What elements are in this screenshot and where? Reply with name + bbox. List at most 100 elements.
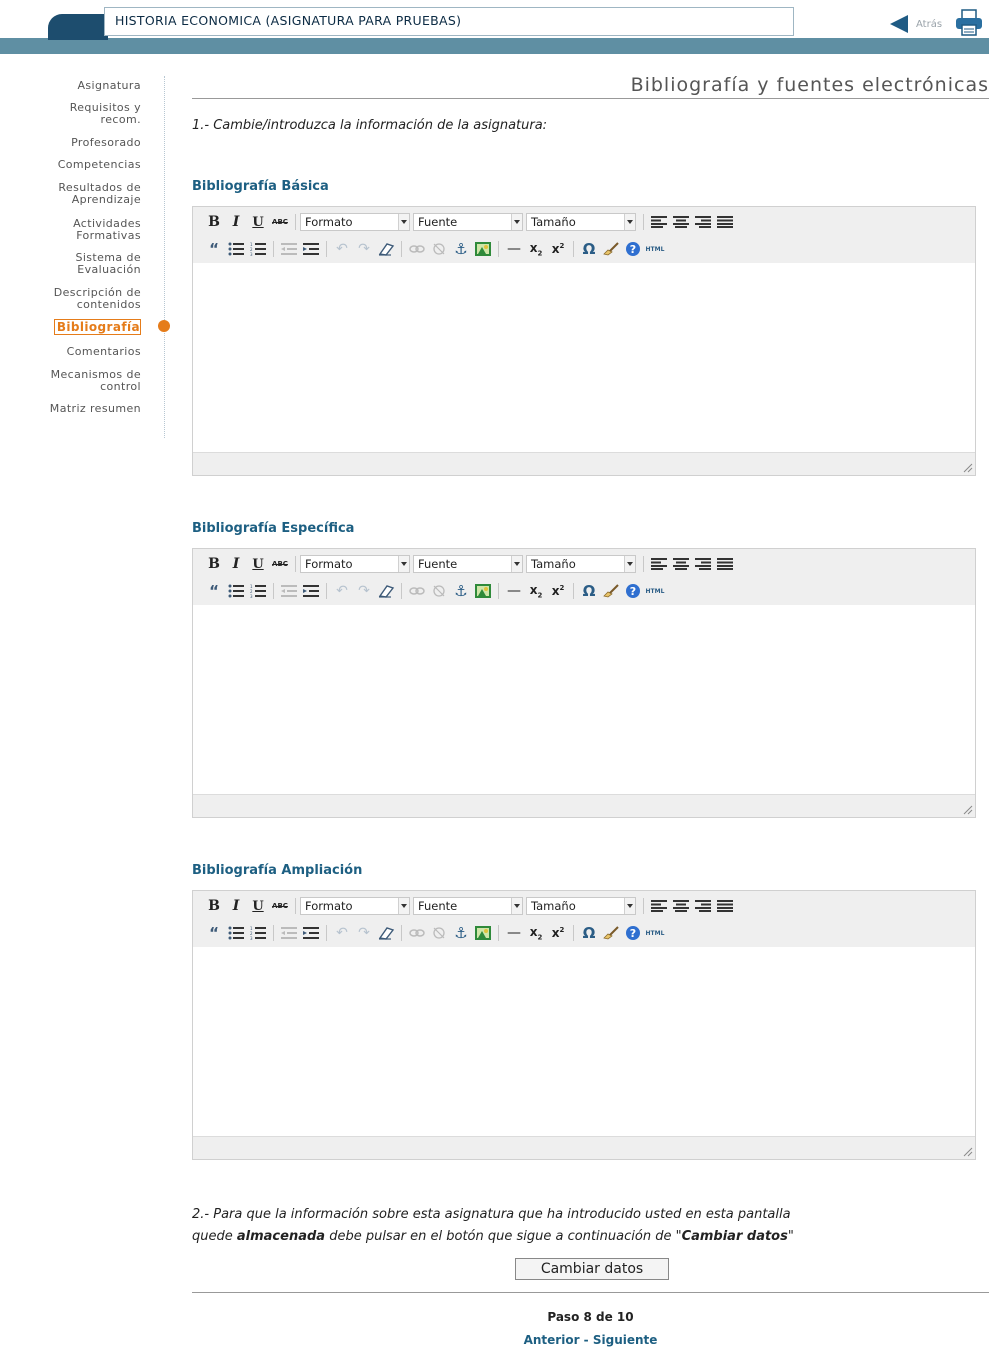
unlink-icon[interactable] bbox=[428, 239, 450, 259]
undo-icon[interactable]: ↶ bbox=[331, 581, 353, 601]
format-select[interactable]: Formato bbox=[300, 897, 410, 915]
align-justify-icon[interactable] bbox=[714, 212, 736, 232]
cleanup-icon[interactable] bbox=[600, 239, 622, 259]
numbered-list-icon[interactable]: 123 bbox=[247, 923, 269, 943]
undo-icon[interactable]: ↶ bbox=[331, 239, 353, 259]
underline-icon[interactable]: U bbox=[247, 212, 269, 232]
align-left-icon[interactable] bbox=[648, 554, 670, 574]
bulleted-list-icon[interactable] bbox=[225, 923, 247, 943]
outdent-icon[interactable] bbox=[278, 581, 300, 601]
anchor-icon[interactable]: ⚓ bbox=[450, 581, 472, 601]
superscript-icon[interactable]: x2 bbox=[547, 239, 569, 259]
align-center-icon[interactable] bbox=[670, 896, 692, 916]
strikethrough-icon[interactable]: ABC bbox=[269, 554, 291, 574]
eraser-icon[interactable] bbox=[375, 581, 397, 601]
sidebar-item-competencias[interactable]: Competencias bbox=[58, 159, 141, 171]
special-char-icon[interactable]: Ω bbox=[578, 239, 600, 259]
indent-icon[interactable] bbox=[300, 239, 322, 259]
unlink-icon[interactable] bbox=[428, 581, 450, 601]
sidebar-item-profesorado[interactable]: Profesorado bbox=[71, 137, 141, 149]
align-right-icon[interactable] bbox=[692, 554, 714, 574]
image-icon[interactable] bbox=[472, 923, 494, 943]
cleanup-icon[interactable] bbox=[600, 581, 622, 601]
bold-icon[interactable]: B bbox=[203, 896, 225, 916]
numbered-list-icon[interactable]: 123 bbox=[247, 239, 269, 259]
special-char-icon[interactable]: Ω bbox=[578, 923, 600, 943]
indent-icon[interactable] bbox=[300, 581, 322, 601]
underline-icon[interactable]: U bbox=[247, 896, 269, 916]
align-left-icon[interactable] bbox=[648, 896, 670, 916]
help-icon[interactable]: ? bbox=[622, 239, 644, 259]
eraser-icon[interactable] bbox=[375, 239, 397, 259]
prev-link[interactable]: Anterior bbox=[524, 1333, 580, 1347]
font-select[interactable]: Fuente bbox=[413, 555, 523, 573]
bold-icon[interactable]: B bbox=[203, 554, 225, 574]
eraser-icon[interactable] bbox=[375, 923, 397, 943]
bold-icon[interactable]: B bbox=[203, 212, 225, 232]
font-select[interactable]: Fuente bbox=[413, 897, 523, 915]
undo-icon[interactable]: ↶ bbox=[331, 923, 353, 943]
back-button[interactable]: Atrás bbox=[890, 12, 950, 34]
link-icon[interactable] bbox=[406, 923, 428, 943]
sidebar-item-asignatura[interactable]: Asignatura bbox=[77, 80, 141, 92]
italic-icon[interactable]: I bbox=[225, 896, 247, 916]
sidebar-item-contenidos[interactable]: Descripción de contenidos bbox=[54, 287, 141, 311]
align-left-icon[interactable] bbox=[648, 212, 670, 232]
next-link[interactable]: Siguiente bbox=[593, 1333, 658, 1347]
special-char-icon[interactable]: Ω bbox=[578, 581, 600, 601]
unlink-icon[interactable] bbox=[428, 923, 450, 943]
redo-icon[interactable]: ↷ bbox=[353, 239, 375, 259]
html-source-icon[interactable]: HTML bbox=[644, 239, 666, 259]
editor-text-area[interactable] bbox=[193, 263, 975, 453]
print-icon[interactable] bbox=[954, 9, 984, 37]
editor-text-area[interactable] bbox=[193, 947, 975, 1137]
cleanup-icon[interactable] bbox=[600, 923, 622, 943]
editor-text-area[interactable] bbox=[193, 605, 975, 795]
strikethrough-icon[interactable]: ABC bbox=[269, 212, 291, 232]
horizontal-rule-icon[interactable]: — bbox=[503, 581, 525, 601]
redo-icon[interactable]: ↷ bbox=[353, 581, 375, 601]
blockquote-icon[interactable]: “ bbox=[203, 239, 225, 259]
outdent-icon[interactable] bbox=[278, 923, 300, 943]
superscript-icon[interactable]: x2 bbox=[547, 923, 569, 943]
image-icon[interactable] bbox=[472, 581, 494, 601]
sidebar-item-mecanismos[interactable]: Mecanismos de control bbox=[51, 369, 141, 393]
subscript-icon[interactable]: x2 bbox=[525, 581, 547, 601]
html-source-icon[interactable]: HTML bbox=[644, 923, 666, 943]
sidebar-item-requisitos[interactable]: Requisitos y recom. bbox=[70, 102, 141, 126]
anchor-icon[interactable]: ⚓ bbox=[450, 923, 472, 943]
align-right-icon[interactable] bbox=[692, 212, 714, 232]
size-select[interactable]: Tamaño bbox=[526, 213, 636, 231]
subscript-icon[interactable]: x2 bbox=[525, 239, 547, 259]
format-select[interactable]: Formato bbox=[300, 213, 410, 231]
horizontal-rule-icon[interactable]: — bbox=[503, 923, 525, 943]
resize-grip-icon[interactable] bbox=[961, 461, 973, 473]
numbered-list-icon[interactable]: 123 bbox=[247, 581, 269, 601]
sidebar-item-bibliografia[interactable]: Bibliografía bbox=[53, 319, 141, 335]
sidebar-item-evaluacion[interactable]: Sistema de Evaluación bbox=[75, 252, 141, 276]
format-select[interactable]: Formato bbox=[300, 555, 410, 573]
resize-grip-icon[interactable] bbox=[961, 803, 973, 815]
horizontal-rule-icon[interactable]: — bbox=[503, 239, 525, 259]
italic-icon[interactable]: I bbox=[225, 554, 247, 574]
html-source-icon[interactable]: HTML bbox=[644, 581, 666, 601]
bulleted-list-icon[interactable] bbox=[225, 239, 247, 259]
anchor-icon[interactable]: ⚓ bbox=[450, 239, 472, 259]
align-justify-icon[interactable] bbox=[714, 896, 736, 916]
bulleted-list-icon[interactable] bbox=[225, 581, 247, 601]
help-icon[interactable]: ? bbox=[622, 581, 644, 601]
superscript-icon[interactable]: x2 bbox=[547, 581, 569, 601]
align-center-icon[interactable] bbox=[670, 554, 692, 574]
redo-icon[interactable]: ↷ bbox=[353, 923, 375, 943]
outdent-icon[interactable] bbox=[278, 239, 300, 259]
size-select[interactable]: Tamaño bbox=[526, 555, 636, 573]
underline-icon[interactable]: U bbox=[247, 554, 269, 574]
help-icon[interactable]: ? bbox=[622, 923, 644, 943]
image-icon[interactable] bbox=[472, 239, 494, 259]
align-justify-icon[interactable] bbox=[714, 554, 736, 574]
resize-grip-icon[interactable] bbox=[961, 1145, 973, 1157]
sidebar-item-resultados[interactable]: Resultados de Aprendizaje bbox=[58, 182, 141, 206]
blockquote-icon[interactable]: “ bbox=[203, 923, 225, 943]
sidebar-item-matriz[interactable]: Matriz resumen bbox=[50, 403, 141, 415]
strikethrough-icon[interactable]: ABC bbox=[269, 896, 291, 916]
